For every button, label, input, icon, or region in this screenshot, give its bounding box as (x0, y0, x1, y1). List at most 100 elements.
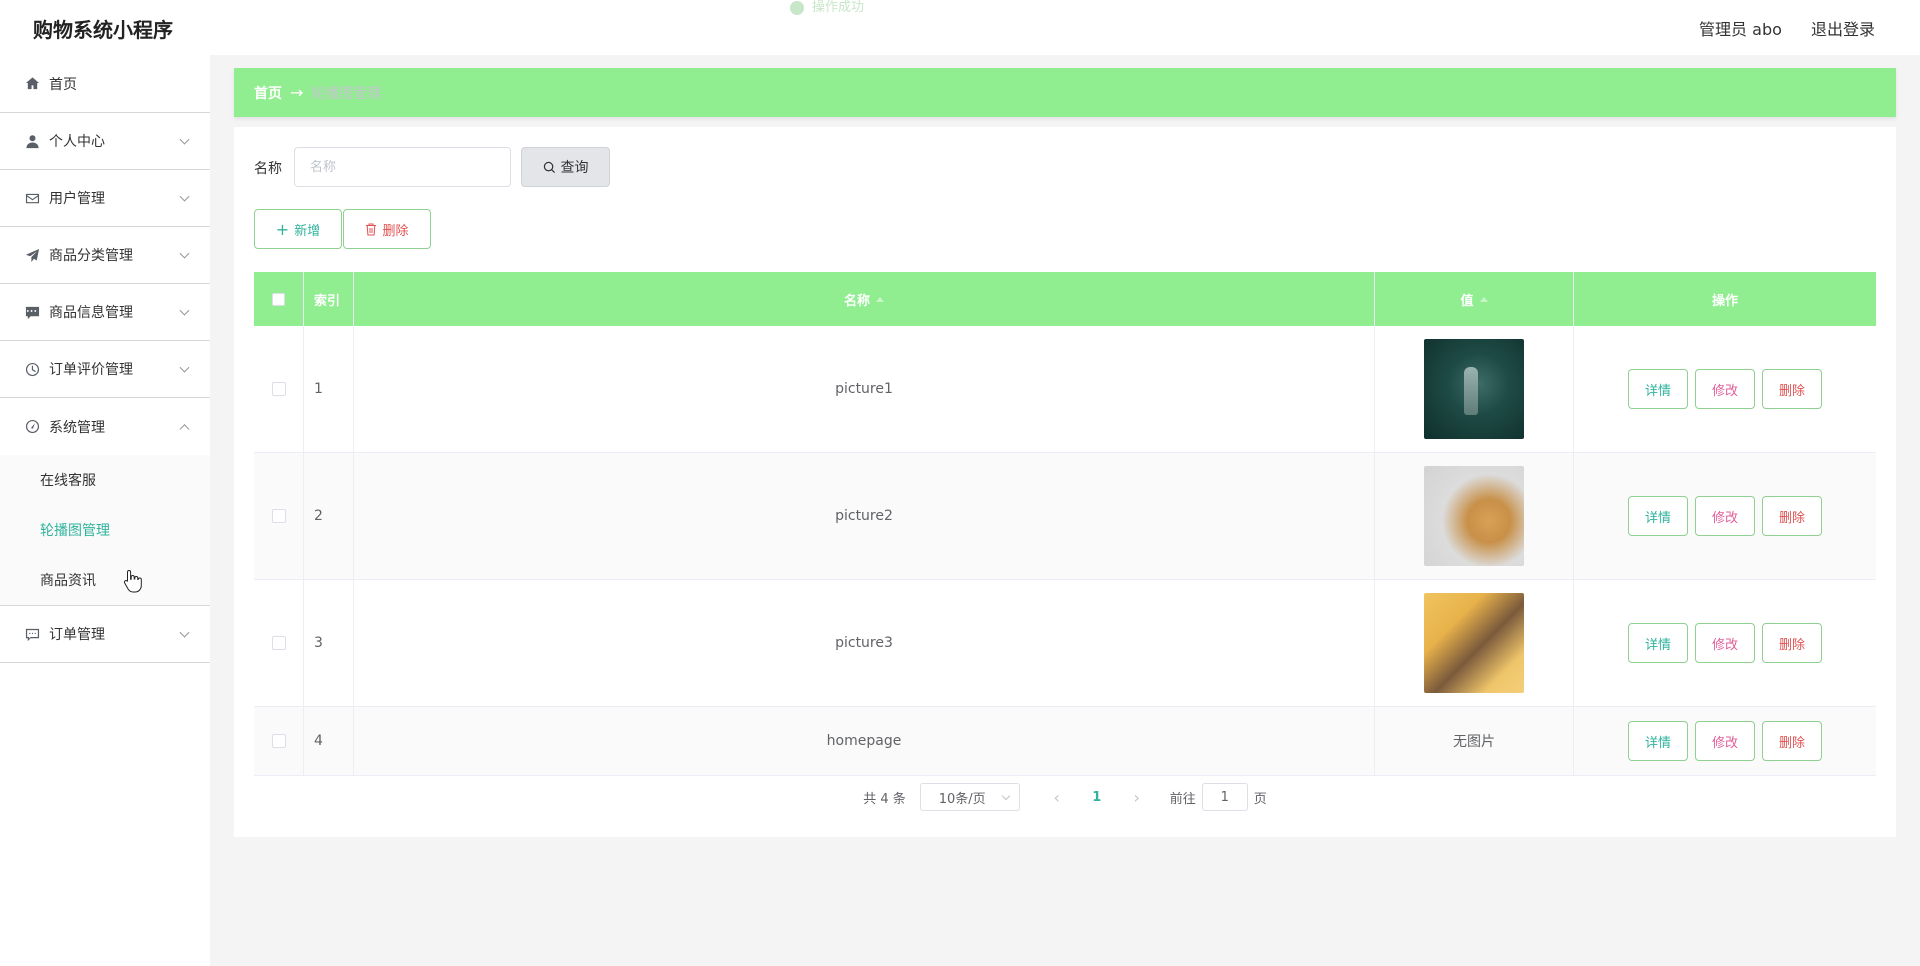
sidebar-item-order-management[interactable]: 订单管理 (0, 606, 210, 663)
sidebar-item-review-management[interactable]: 订单评价管理 (0, 341, 210, 398)
search-button-label: 查询 (560, 160, 589, 176)
table-row: 3 picture3 详情 修改 删除 (254, 580, 1876, 707)
system-submenu: 在线客服 轮播图管理 商品资讯 (0, 455, 210, 606)
chevron-down-icon (179, 248, 190, 259)
delete-button[interactable]: 删除 (1762, 496, 1822, 536)
delete-button[interactable]: 删除 (1762, 623, 1822, 663)
sidebar-item-label: 首页 (49, 76, 77, 93)
edit-button[interactable]: 修改 (1695, 721, 1755, 761)
table-row: 4 homepage 无图片 详情 修改 删除 (254, 707, 1876, 776)
add-button-label: 新增 (294, 223, 321, 239)
chevron-down-icon (179, 305, 190, 316)
detail-button[interactable]: 详情 (1628, 721, 1688, 761)
sidebar-item-label: 商品信息管理 (49, 305, 133, 321)
row-value: 无图片 (1375, 707, 1574, 775)
row-checkbox[interactable] (271, 636, 286, 650)
sidebar-item-user-management[interactable]: 用户管理 (0, 170, 210, 227)
row-checkbox[interactable] (271, 382, 286, 396)
page-size-value: 10条/页 (938, 791, 986, 807)
search-button[interactable]: 查询 (521, 147, 610, 187)
sidebar-subitem-carousel-management[interactable]: 轮播图管理 (0, 505, 210, 555)
message-icon (24, 626, 40, 642)
sidebar-item-label: 系统管理 (49, 419, 105, 436)
sidebar-item-label: 个人中心 (49, 134, 105, 150)
toast-message: 操作成功 (812, 0, 865, 15)
sidebar-subitem-online-service[interactable]: 在线客服 (0, 455, 210, 505)
batch-delete-button[interactable]: 删除 (343, 209, 431, 249)
header-name[interactable]: 名称 (354, 272, 1375, 326)
data-table: 索引 名称 值 操作 1 picture1 详情 修改 删除 2 picture… (254, 272, 1876, 776)
sidebar-item-home[interactable]: 首页 (0, 55, 210, 113)
carousel-thumbnail[interactable] (1424, 466, 1524, 566)
table-row: 2 picture2 详情 修改 删除 (254, 453, 1876, 580)
detail-button[interactable]: 详情 (1628, 623, 1688, 663)
trash-icon (366, 223, 377, 235)
edit-button[interactable]: 修改 (1695, 623, 1755, 663)
logout-button[interactable]: 退出登录 (1811, 20, 1875, 39)
prev-page-button[interactable]: ‹ (1042, 788, 1072, 807)
chevron-down-icon (1001, 791, 1010, 801)
carousel-thumbnail[interactable] (1424, 593, 1524, 693)
edit-button[interactable]: 修改 (1695, 496, 1755, 536)
row-checkbox-cell (254, 707, 304, 775)
add-button[interactable]: + 新增 (254, 209, 342, 249)
row-index: 4 (304, 707, 354, 775)
table-header: 索引 名称 值 操作 (254, 272, 1876, 326)
row-value (1375, 580, 1574, 706)
header-checkbox-cell (254, 272, 304, 326)
row-checkbox-cell (254, 580, 304, 706)
sidebar: 首页 个人中心 用户管理 商品分类管理 商品信息管理 订单评价管理 系统管理 在… (0, 55, 210, 966)
header-index: 索引 (304, 272, 354, 326)
header-ops: 操作 (1711, 293, 1738, 309)
row-ops: 详情 修改 删除 (1574, 580, 1876, 706)
select-all-checkbox[interactable] (272, 292, 285, 306)
search-input[interactable] (294, 147, 511, 187)
gauge-icon (24, 419, 40, 435)
batch-delete-label: 删除 (382, 223, 409, 239)
sidebar-item-label: 订单管理 (49, 627, 105, 643)
goto-unit: 页 (1253, 791, 1267, 807)
detail-button[interactable]: 详情 (1628, 496, 1688, 536)
sidebar-item-personal-center[interactable]: 个人中心 (0, 113, 210, 170)
delete-button[interactable]: 删除 (1762, 721, 1822, 761)
carousel-thumbnail[interactable] (1424, 339, 1524, 439)
sidebar-item-category-management[interactable]: 商品分类管理 (0, 227, 210, 284)
delete-button[interactable]: 删除 (1762, 369, 1822, 409)
sort-icon[interactable] (1479, 296, 1488, 302)
row-index: 3 (304, 580, 354, 706)
row-name: homepage (354, 707, 1375, 775)
sort-icon[interactable] (876, 296, 884, 302)
pagination: 共 4 条 10条/页 ‹ 1 › 前往 页 (234, 782, 1896, 812)
search-icon (543, 161, 555, 173)
chevron-down-icon (179, 627, 190, 638)
plus-icon: + (275, 219, 290, 239)
breadcrumb: 首页 → 轮播图管理 (234, 68, 1896, 117)
search-label: 名称 (254, 161, 282, 177)
row-checkbox[interactable] (271, 734, 286, 748)
breadcrumb-arrow: → (290, 83, 304, 102)
header-value-label: 值 (1460, 293, 1474, 309)
check-circle-icon (790, 0, 804, 15)
next-page-button[interactable]: › (1122, 788, 1152, 807)
row-name: picture3 (354, 580, 1375, 706)
detail-button[interactable]: 详情 (1628, 369, 1688, 409)
table-row: 1 picture1 详情 修改 删除 (254, 326, 1876, 453)
sidebar-subitem-product-news[interactable]: 商品资讯 (0, 555, 210, 605)
page-number-current[interactable]: 1 (1072, 790, 1122, 805)
top-header: 购物系统小程序 操作成功 管理员 abo 退出登录 (0, 0, 1920, 55)
row-value (1375, 326, 1574, 452)
goto-label: 前往 (1169, 791, 1196, 807)
page-size-select[interactable]: 10条/页 (919, 783, 1020, 811)
sidebar-item-label: 订单评价管理 (49, 362, 133, 378)
edit-button[interactable]: 修改 (1695, 369, 1755, 409)
sidebar-item-product-management[interactable]: 商品信息管理 (0, 284, 210, 341)
row-checkbox[interactable] (271, 509, 286, 523)
row-ops: 详情 修改 删除 (1574, 326, 1876, 452)
sidebar-item-system-management[interactable]: 系统管理 (0, 398, 210, 455)
goto-page-input[interactable] (1201, 783, 1248, 811)
breadcrumb-current: 轮播图管理 (311, 85, 382, 102)
home-icon (24, 76, 40, 92)
row-ops: 详情 修改 删除 (1574, 707, 1876, 775)
breadcrumb-home[interactable]: 首页 (254, 83, 282, 103)
header-value[interactable]: 值 (1375, 272, 1574, 326)
